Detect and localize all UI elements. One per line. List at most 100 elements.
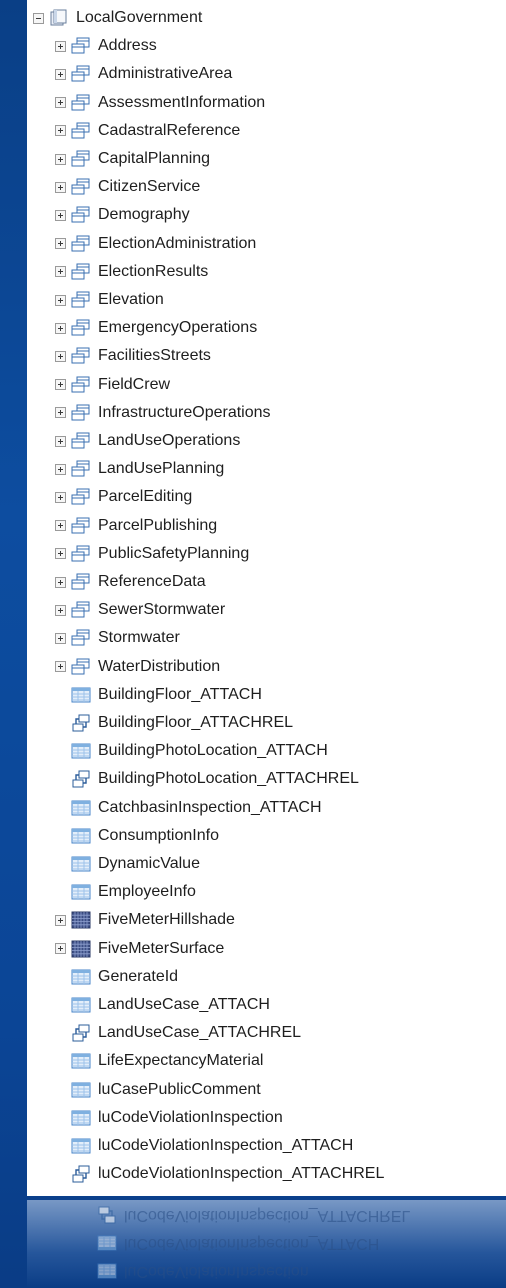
expand-icon[interactable] <box>55 914 66 926</box>
tree-item-feature-dataset[interactable]: CapitalPlanning <box>55 146 210 172</box>
collapse-icon[interactable] <box>33 12 44 24</box>
tree-item-feature-dataset[interactable]: ParcelEditing <box>55 484 192 510</box>
tree-item-label: LandUseCase_ATTACH <box>98 996 270 1013</box>
table-icon <box>71 968 91 986</box>
expand-icon[interactable] <box>55 238 66 250</box>
tree-item-label: Demography <box>98 206 190 224</box>
table-icon <box>71 996 91 1014</box>
tree-item-feature-dataset[interactable]: InfrastructureOperations <box>55 400 271 426</box>
tree-item-feature-dataset[interactable]: Demography <box>55 202 190 228</box>
tree-item-table[interactable]: DynamicValue <box>55 851 200 877</box>
tree-item-table[interactable]: LandUseCase_ATTACH <box>55 992 270 1018</box>
reflected-row: luCodeViolationInspection_ATTACHREL <box>97 1202 410 1228</box>
expand-icon[interactable] <box>55 294 66 306</box>
tree-item-table[interactable]: GenerateId <box>55 964 178 990</box>
tree-item-raster[interactable]: FiveMeterSurface <box>55 936 224 962</box>
table-icon <box>71 1081 91 1099</box>
tree-item-relationship-class[interactable]: luCodeViolationInspection_ATTACHREL <box>55 1161 384 1187</box>
tree-item-feature-dataset[interactable]: LandUseOperations <box>55 428 240 454</box>
tree-item-relationship-class[interactable]: LandUseCase_ATTACHREL <box>55 1020 301 1046</box>
table-icon <box>97 1262 117 1280</box>
tree-item-feature-dataset[interactable]: EmergencyOperations <box>55 315 257 341</box>
expand-icon[interactable] <box>55 97 66 109</box>
tree-item-label: LandUsePlanning <box>98 460 225 478</box>
tree-item-relationship-class[interactable]: BuildingPhotoLocation_ATTACHREL <box>55 766 359 792</box>
expand-icon[interactable] <box>55 322 66 334</box>
tree-item-feature-dataset[interactable]: AssessmentInformation <box>55 90 265 116</box>
expand-icon[interactable] <box>55 125 66 137</box>
tree-item-feature-dataset[interactable]: PublicSafetyPlanning <box>55 541 249 567</box>
tree-item-table[interactable]: luCodeViolationInspection_ATTACH <box>55 1133 353 1159</box>
tree-item-feature-dataset[interactable]: Address <box>55 33 157 59</box>
feature-dataset-icon <box>71 573 91 591</box>
feature-dataset-icon <box>71 347 91 365</box>
expand-icon[interactable] <box>55 943 66 955</box>
tree-item-feature-dataset[interactable]: Stormwater <box>55 625 180 651</box>
tree-item-feature-dataset[interactable]: LandUsePlanning <box>55 456 224 482</box>
expand-icon[interactable] <box>55 266 66 278</box>
tree-item-table[interactable]: luCasePublicComment <box>55 1077 261 1103</box>
expand-icon[interactable] <box>55 520 66 532</box>
feature-dataset-icon <box>71 94 91 112</box>
expand-icon[interactable] <box>55 153 66 165</box>
feature-dataset-icon <box>71 658 91 676</box>
expand-icon[interactable] <box>55 209 66 221</box>
tree-item-feature-dataset[interactable]: SewerStormwater <box>55 597 225 623</box>
feature-dataset-icon <box>71 545 91 563</box>
feature-dataset-icon <box>71 488 91 506</box>
relationship-class-icon <box>71 770 91 788</box>
tree-item-feature-dataset[interactable]: WaterDistribution <box>55 654 220 680</box>
tree-item-table[interactable]: luCodeViolationInspection <box>55 1105 283 1131</box>
expand-icon[interactable] <box>55 661 66 673</box>
tree-item-feature-dataset[interactable]: CitizenService <box>55 174 200 200</box>
tree-item-table[interactable]: ConsumptionInfo <box>55 823 219 849</box>
tree-item-feature-dataset[interactable]: Elevation <box>55 287 164 313</box>
expand-icon[interactable] <box>55 379 66 391</box>
tree-item-label: Stormwater <box>98 629 180 647</box>
feature-dataset-icon <box>71 601 91 619</box>
expand-icon[interactable] <box>55 435 66 447</box>
tree-item-label: WaterDistribution <box>98 657 221 675</box>
tree-item-label: FiveMeterHillshade <box>98 911 235 929</box>
table-icon <box>71 827 91 845</box>
tree-item-feature-dataset[interactable]: FieldCrew <box>55 372 170 398</box>
tree-item-feature-dataset[interactable]: AdministrativeArea <box>55 61 232 87</box>
table-icon <box>71 883 91 901</box>
tree-item-feature-dataset[interactable]: ElectionAdministration <box>55 231 256 257</box>
tree-item-table[interactable]: EmployeeInfo <box>55 879 196 905</box>
expand-icon[interactable] <box>55 181 66 193</box>
expand-icon[interactable] <box>55 548 66 560</box>
relationship-class-icon <box>71 714 91 732</box>
tree-root-localgovernment[interactable]: LocalGovernment <box>33 5 202 31</box>
tree-item-table[interactable]: CatchbasinInspection_ATTACH <box>55 795 322 821</box>
tree-item-feature-dataset[interactable]: ParcelPublishing <box>55 513 217 539</box>
expand-icon[interactable] <box>55 632 66 644</box>
expand-icon[interactable] <box>55 68 66 80</box>
feature-dataset-icon <box>71 263 91 281</box>
catalog-tree-panel: LocalGovernment Address AdministrativeArea… <box>27 0 506 1196</box>
feature-dataset-icon <box>71 291 91 309</box>
tree-item-relationship-class[interactable]: BuildingFloor_ATTACHREL <box>55 710 293 736</box>
expand-icon[interactable] <box>55 576 66 588</box>
tree-item-table[interactable]: LifeExpectancyMaterial <box>55 1048 263 1074</box>
tree-item-label: CitizenService <box>98 178 201 196</box>
expand-icon[interactable] <box>55 40 66 52</box>
tree-item-table[interactable]: BuildingPhotoLocation_ATTACH <box>55 738 328 764</box>
expand-icon[interactable] <box>55 350 66 362</box>
feature-dataset-icon <box>71 150 91 168</box>
tree-item-label: luCodeViolationInspection_ATTACHREL <box>98 1165 385 1183</box>
tree-item-label: Elevation <box>98 291 164 308</box>
tree-item-feature-dataset[interactable]: CadastralReference <box>55 118 240 144</box>
feature-dataset-icon <box>71 122 91 140</box>
tree-item-feature-dataset[interactable]: ReferenceData <box>55 569 206 595</box>
expand-icon[interactable] <box>55 407 66 419</box>
expand-icon[interactable] <box>55 491 66 503</box>
tree-item-label: InfrastructureOperations <box>98 403 271 421</box>
tree-item-label: FacilitiesStreets <box>98 347 211 365</box>
tree-item-feature-dataset[interactable]: ElectionResults <box>55 259 208 285</box>
expand-icon[interactable] <box>55 604 66 616</box>
tree-item-raster[interactable]: FiveMeterHillshade <box>55 907 235 933</box>
tree-item-feature-dataset[interactable]: FacilitiesStreets <box>55 343 211 369</box>
expand-icon[interactable] <box>55 463 66 475</box>
tree-item-table[interactable]: BuildingFloor_ATTACH <box>55 682 262 708</box>
